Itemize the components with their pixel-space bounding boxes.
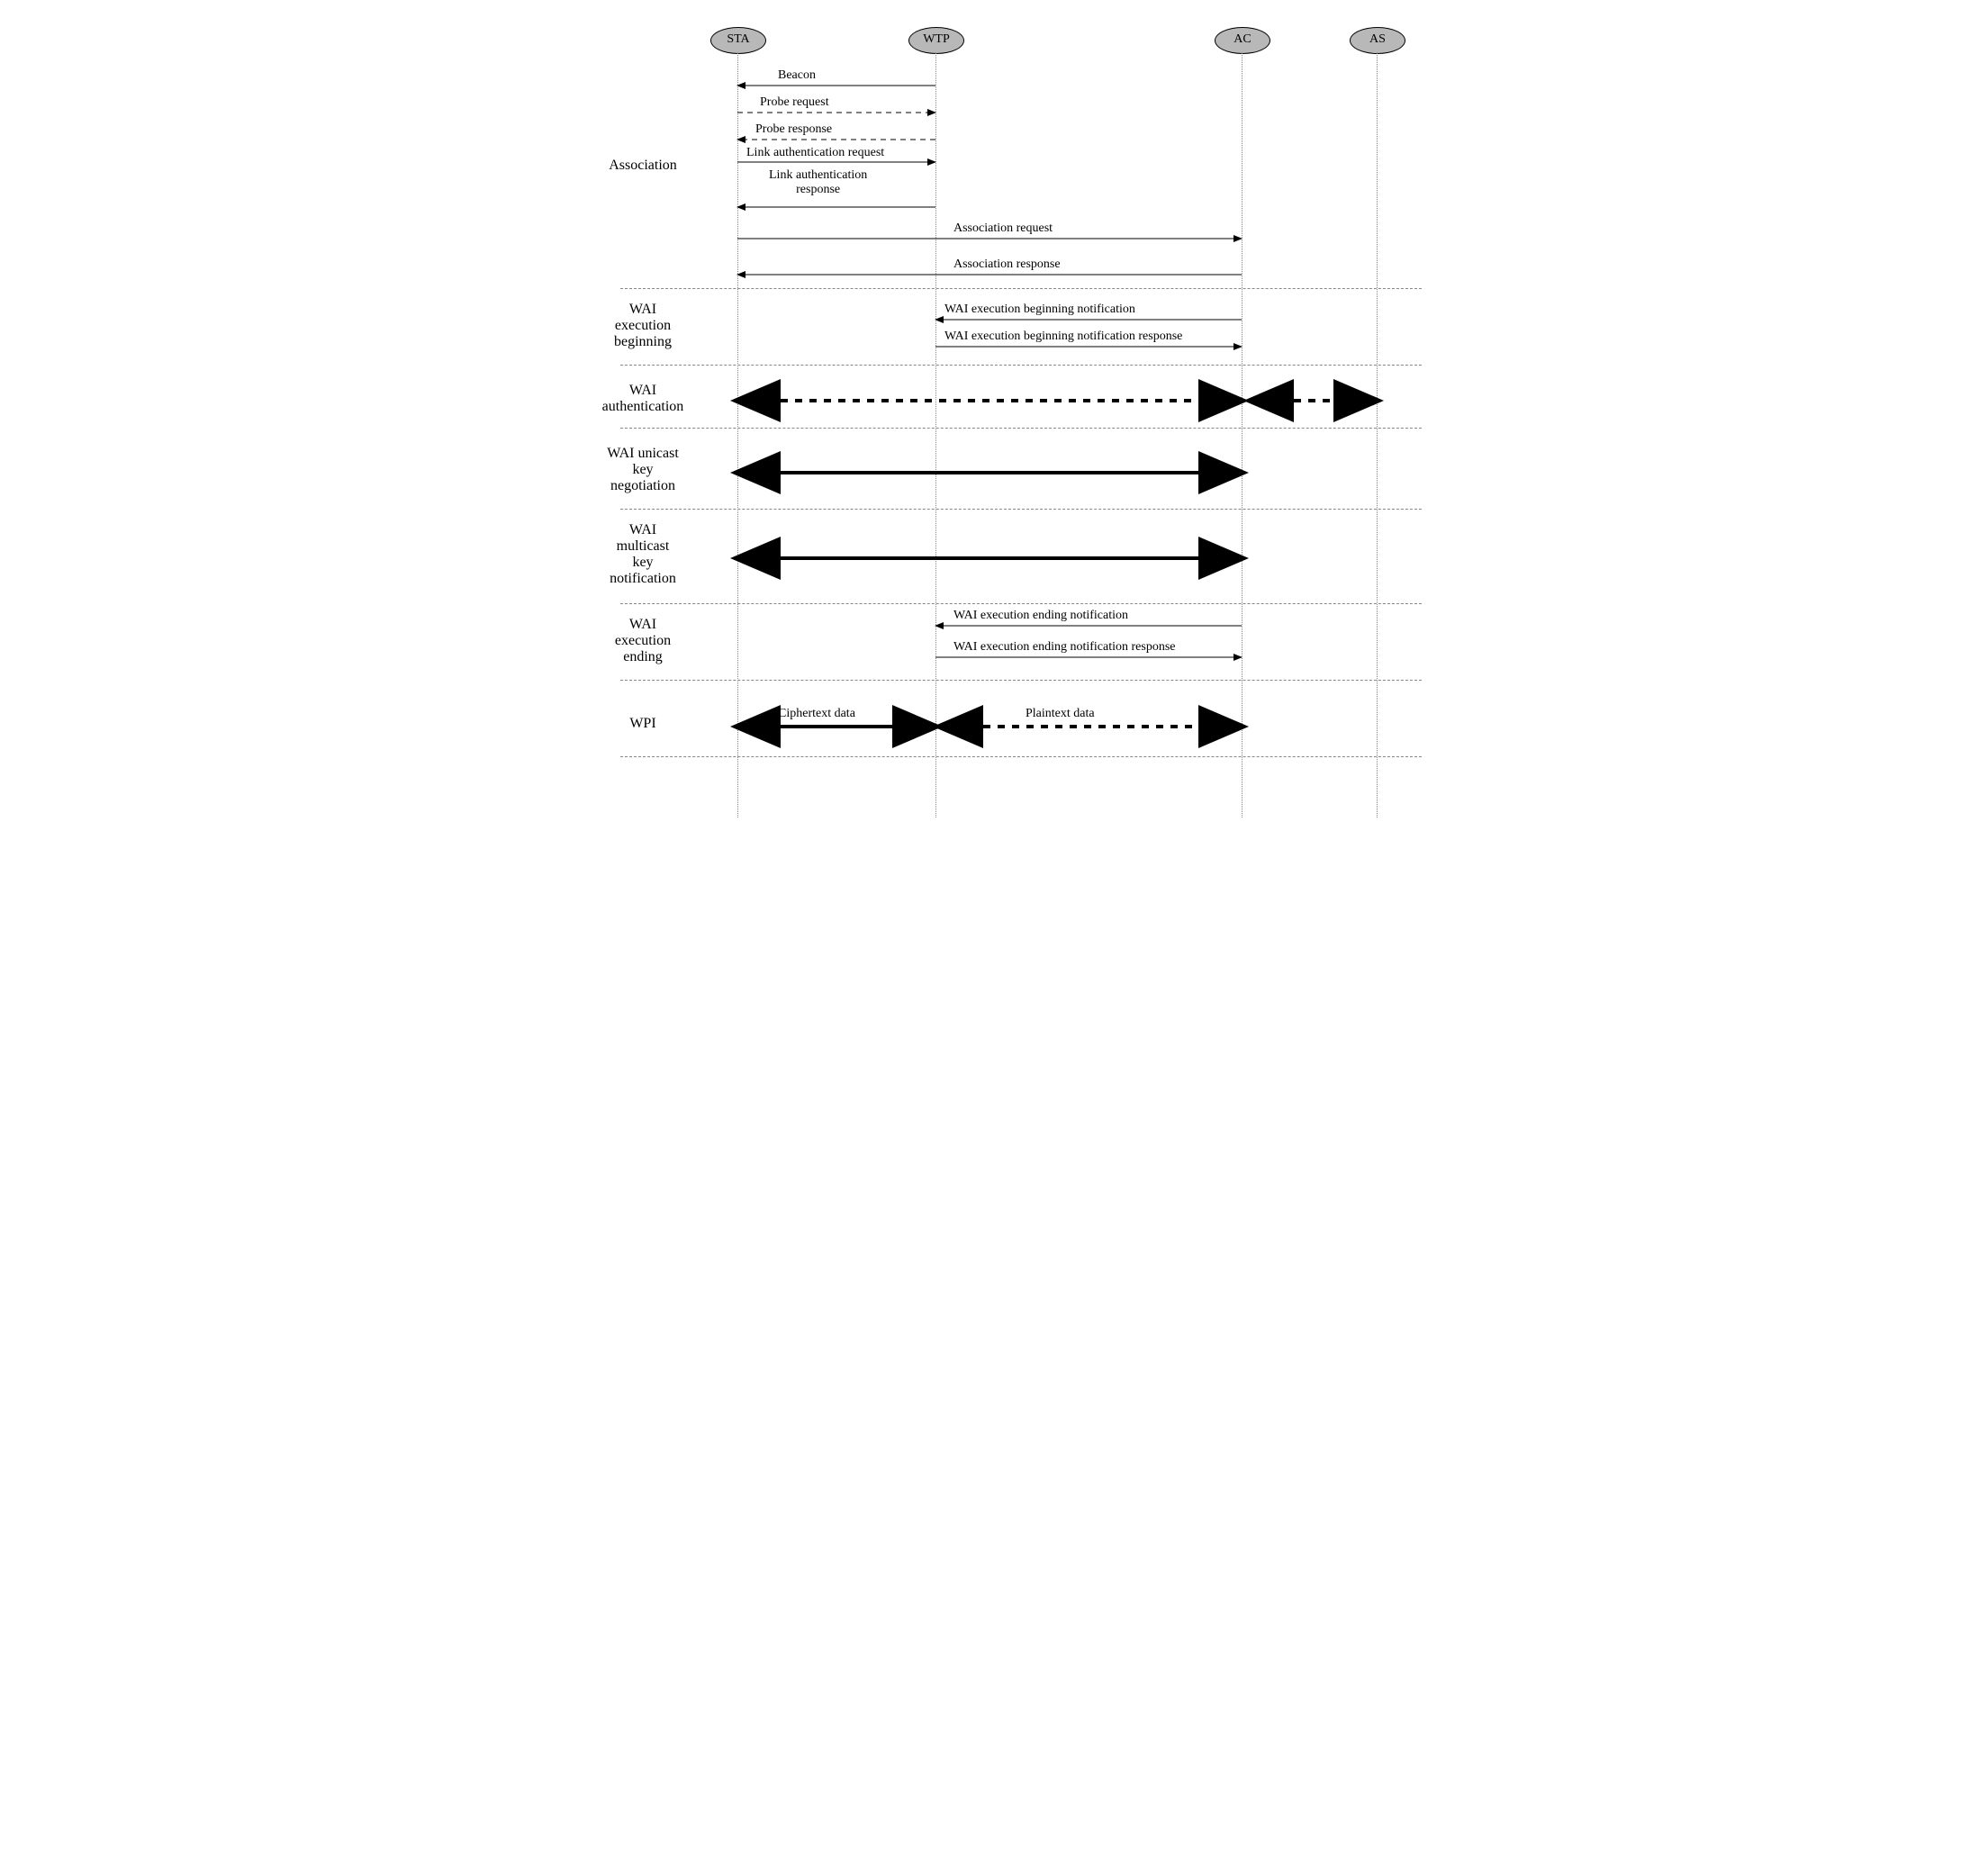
phase-wai-multicast: WAI multicast key notification [566, 522, 719, 587]
label-wai-end-notif-resp: WAI execution ending notification respon… [953, 640, 1175, 655]
phase-wai-unicast: WAI unicast key negotiation [566, 446, 719, 494]
separator [620, 756, 1422, 757]
label-association-response: Association response [953, 257, 1061, 272]
separator [620, 509, 1422, 510]
label-wai-begin-notif: WAI execution beginning notification [944, 303, 1135, 317]
label-link-auth-response: Link authentication response [769, 168, 867, 197]
label-probe-response: Probe response [755, 122, 832, 137]
label-beacon: Beacon [778, 68, 816, 83]
separator [620, 288, 1422, 289]
separator [620, 365, 1422, 366]
separator [620, 603, 1422, 604]
separator [620, 680, 1422, 681]
phase-wai-exec-end: WAI execution ending [566, 617, 719, 665]
label-wai-begin-notif-resp: WAI execution beginning notification res… [944, 330, 1182, 344]
phase-wai-auth: WAI authentication [566, 383, 719, 415]
phase-wai-exec-begin: WAI execution beginning [566, 302, 719, 350]
label-probe-request: Probe request [760, 95, 829, 110]
label-association-request: Association request [953, 221, 1053, 236]
label-plaintext: Plaintext data [1026, 707, 1095, 721]
arrows-layer [566, 18, 1422, 828]
label-wai-end-notif: WAI execution ending notification [953, 609, 1128, 623]
separator [620, 428, 1422, 429]
label-ciphertext: Ciphertext data [778, 707, 855, 721]
phase-wpi: WPI [566, 716, 719, 732]
sequence-diagram: STA WTP AC AS [566, 18, 1422, 828]
label-link-auth-request: Link authentication request [746, 146, 884, 160]
phase-association: Association [566, 158, 719, 174]
